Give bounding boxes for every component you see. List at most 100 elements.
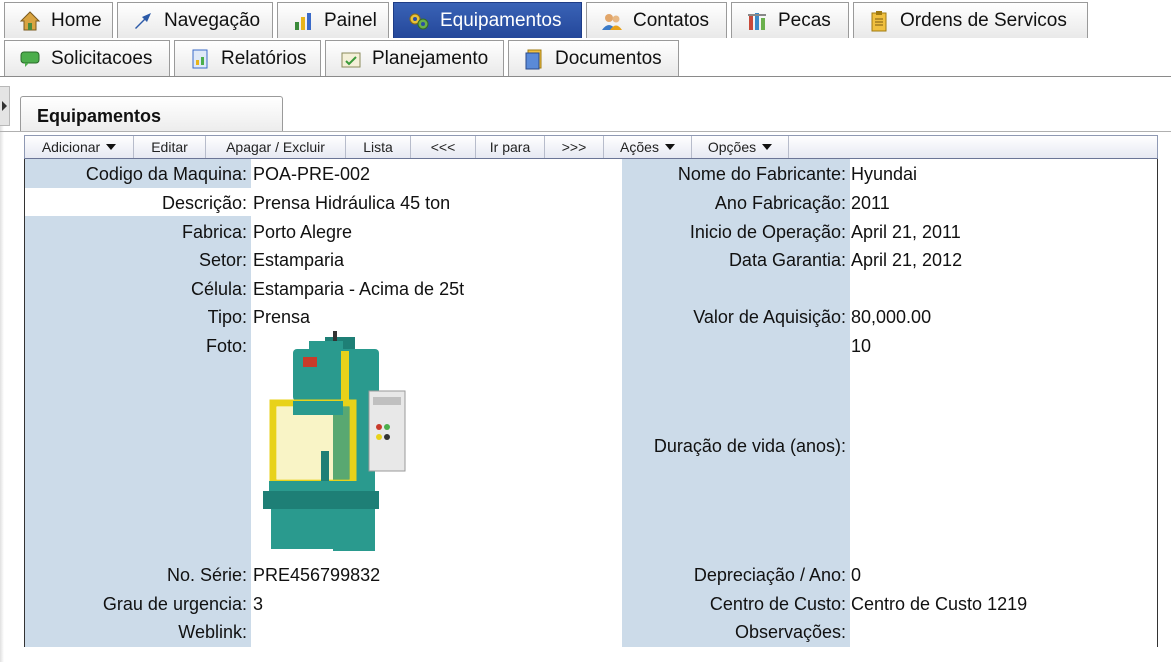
tab-pecas-label: Pecas xyxy=(778,9,831,31)
descricao-label: Descrição: xyxy=(161,193,247,213)
ano-label: Ano Fabricação: xyxy=(714,193,846,213)
celula-value: Estamparia - Acima de 25t xyxy=(253,279,465,299)
custo-label: Centro de Custo: xyxy=(709,594,846,614)
actions-menu-button[interactable]: Ações xyxy=(604,136,692,158)
next-label: >>> xyxy=(561,139,587,155)
descricao-value: Prensa Hidráulica 45 ton xyxy=(253,193,451,213)
serie-value: PRE456799832 xyxy=(253,565,381,585)
bar-chart-icon xyxy=(292,10,314,32)
fabrica-label: Fabrica: xyxy=(181,222,247,242)
add-menu-button[interactable]: Adicionar xyxy=(25,136,134,158)
vida-value: 10 xyxy=(851,336,872,356)
calendar-icon xyxy=(340,48,362,70)
add-label: Adicionar xyxy=(41,139,101,155)
urgencia-value: 3 xyxy=(253,594,264,614)
tab-solicitacoes[interactable]: Solicitacoes xyxy=(4,40,170,76)
clipboard-icon xyxy=(868,10,890,32)
sidebar-toggle-button[interactable] xyxy=(0,86,10,126)
list-button[interactable]: Lista xyxy=(346,136,411,158)
tipo-value: Prensa xyxy=(253,307,311,327)
tipo-label: Tipo: xyxy=(207,307,247,327)
tab-ordens-de-servicos[interactable]: Ordens de Servicos xyxy=(853,2,1088,38)
main-nav-row-2: Solicitacoes Relatórios Planejamento Doc… xyxy=(0,40,683,78)
list-label: Lista xyxy=(363,139,393,155)
edit-label: Editar xyxy=(151,139,188,155)
chevron-down-icon xyxy=(664,144,675,150)
depreciacao-field[interactable] xyxy=(850,562,1157,590)
nav-divider xyxy=(0,76,1171,77)
tab-home[interactable]: Home xyxy=(4,2,113,38)
previous-record-button[interactable]: <<< xyxy=(411,136,476,158)
previous-label: <<< xyxy=(430,139,456,155)
goto-label: Ir para xyxy=(489,139,531,155)
main-nav-row-1: Home Navegação Painel Equipamentos Conta… xyxy=(0,2,1092,40)
chevron-down-icon xyxy=(762,144,773,150)
ano-value: 2011 xyxy=(851,193,890,213)
depreciacao-value: 0 xyxy=(851,565,862,585)
panel-tab-equipamentos[interactable]: Equipamentos xyxy=(20,96,283,132)
panel-divider xyxy=(0,131,1171,132)
aquisicao-value: 80,000.00 xyxy=(851,307,932,327)
delete-label: Apagar / Excluir xyxy=(226,139,325,155)
celula-label: Célula: xyxy=(190,279,247,299)
fabricante-label: Nome do Fabricante: xyxy=(677,164,846,184)
codigo-label: Codigo da Maquina: xyxy=(85,164,247,184)
options-menu-button[interactable]: Opções xyxy=(692,136,789,158)
serie-label: No. Série: xyxy=(166,565,247,585)
tab-painel[interactable]: Painel xyxy=(277,2,389,38)
inicio-label: Inicio de Operação: xyxy=(689,222,846,242)
edit-button[interactable]: Editar xyxy=(134,136,206,158)
setor-label: Setor: xyxy=(198,250,247,270)
next-record-button[interactable]: >>> xyxy=(545,136,604,158)
tab-planejamento[interactable]: Planejamento xyxy=(325,40,504,76)
equipment-detail-form: Codigo da Maquina: Descrição: Fabrica: S… xyxy=(24,159,1158,647)
machine-photo xyxy=(263,331,413,553)
weblink-label: Weblink: xyxy=(178,622,247,642)
tab-contatos-label: Contatos xyxy=(633,9,710,31)
chevron-down-icon xyxy=(106,144,117,150)
vida-label: Duração de vida (anos): xyxy=(653,436,846,456)
custo-value: Centro de Custo 1219 xyxy=(851,594,1028,614)
tab-solicitacoes-label: Solicitacoes xyxy=(51,47,153,69)
record-toolbar: Adicionar Editar Apagar / Excluir Lista … xyxy=(24,135,1158,159)
tab-home-label: Home xyxy=(51,9,102,31)
observacoes-label: Observações: xyxy=(734,622,846,642)
tab-painel-label: Painel xyxy=(324,9,377,31)
vida-field[interactable] xyxy=(850,333,1157,561)
inicio-value: April 21, 2011 xyxy=(851,222,961,242)
tab-navegacao[interactable]: Navegação xyxy=(117,2,273,38)
gears-icon xyxy=(408,10,430,32)
parts-icon xyxy=(746,10,768,32)
tab-equipamentos[interactable]: Equipamentos xyxy=(393,2,582,38)
tab-relatorios[interactable]: Relatórios xyxy=(174,40,321,76)
tab-equipamentos-label: Equipamentos xyxy=(440,9,562,31)
tab-documentos-label: Documentos xyxy=(555,47,662,69)
tab-ordens-label: Ordens de Servicos xyxy=(900,9,1067,31)
home-icon xyxy=(19,10,41,32)
tab-contatos[interactable]: Contatos xyxy=(586,2,727,38)
document-icon xyxy=(523,48,545,70)
garantia-label: Data Garantia: xyxy=(728,250,846,270)
delete-button[interactable]: Apagar / Excluir xyxy=(206,136,346,158)
observacoes-field[interactable] xyxy=(850,620,1157,647)
fabrica-value: Porto Alegre xyxy=(253,222,353,242)
urgencia-label: Grau de urgencia: xyxy=(102,594,247,614)
left-edge xyxy=(0,126,4,662)
goto-button[interactable]: Ir para xyxy=(476,136,545,158)
report-icon xyxy=(189,48,211,70)
options-label: Opções xyxy=(707,139,757,155)
ano-field[interactable] xyxy=(850,188,1157,216)
foto-label: Foto: xyxy=(205,336,247,356)
garantia-value: April 21, 2012 xyxy=(851,250,963,270)
speech-bubble-icon xyxy=(19,48,41,70)
tab-documentos[interactable]: Documentos xyxy=(508,40,679,76)
weblink-field[interactable] xyxy=(251,620,622,647)
fabricante-value: Hyundai xyxy=(851,164,918,184)
codigo-value: POA-PRE-002 xyxy=(253,164,371,184)
people-icon xyxy=(601,10,623,32)
urgencia-field[interactable] xyxy=(251,591,622,619)
tab-pecas[interactable]: Pecas xyxy=(731,2,849,38)
tab-planejamento-label: Planejamento xyxy=(372,47,489,69)
tab-relatorios-label: Relatórios xyxy=(221,47,307,69)
aquisicao-label: Valor de Aquisição: xyxy=(693,307,846,327)
